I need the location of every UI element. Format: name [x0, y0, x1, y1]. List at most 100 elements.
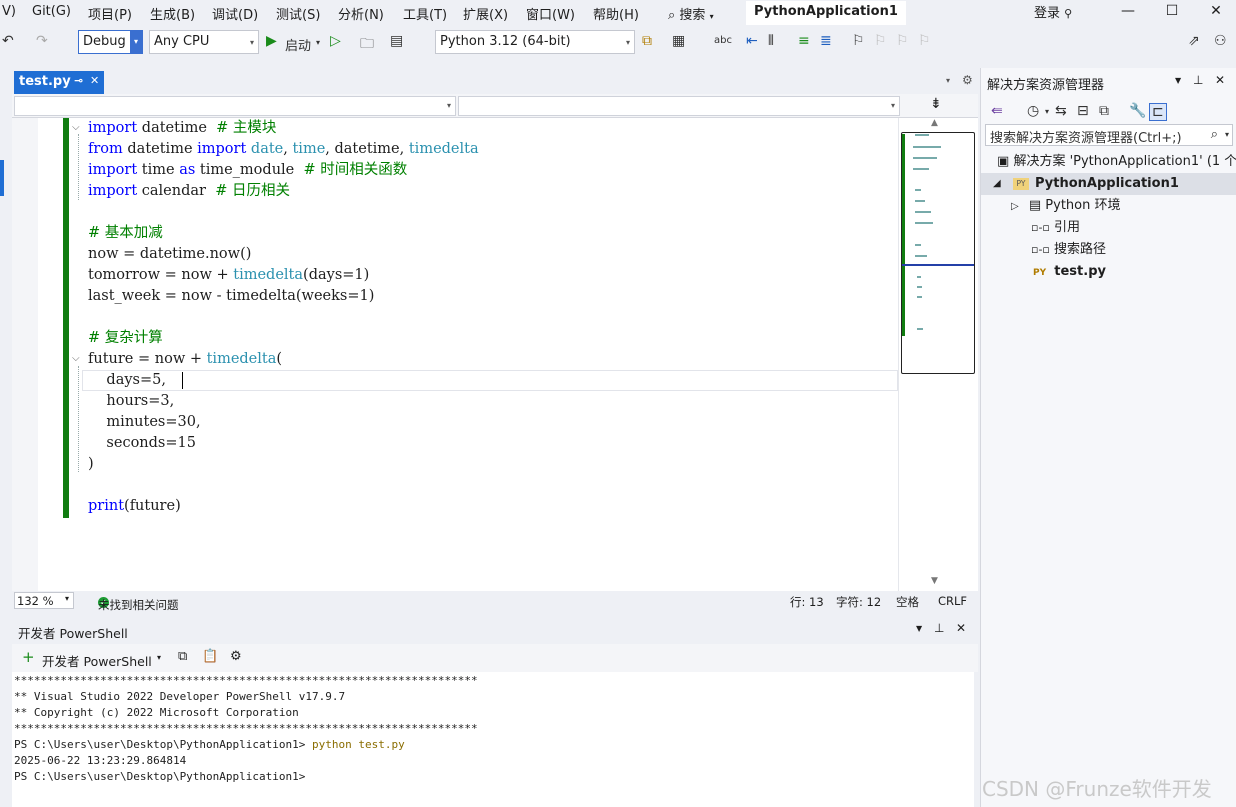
package-icon[interactable]: ⧉: [642, 33, 652, 49]
switch-view-icon[interactable]: ⇆: [1055, 103, 1067, 119]
settings-icon[interactable]: ⚙: [230, 649, 242, 664]
code-token: # 复杂计算: [88, 330, 163, 346]
copy-icon[interactable]: ⧉: [178, 649, 187, 664]
console-line: ****************************************…: [14, 674, 478, 687]
bookmark-next-icon[interactable]: ⚐: [896, 33, 909, 49]
powershell-console[interactable]: ****************************************…: [12, 672, 974, 807]
show-all-files-icon[interactable]: ⧉: [1099, 103, 1109, 119]
menu-build[interactable]: 生成(B): [150, 4, 195, 23]
close-icon[interactable]: ✕: [1215, 73, 1225, 87]
bookmark-icon[interactable]: ⚐: [852, 33, 865, 49]
start-chevron-icon[interactable]: ▾: [316, 38, 320, 47]
chevron-down-icon[interactable]: ▾: [1045, 107, 1049, 116]
menu-analyze[interactable]: 分析(N): [338, 4, 384, 23]
minimize-icon[interactable]: —: [1108, 0, 1148, 24]
indent-mode[interactable]: 空格: [896, 594, 919, 610]
chevron-down-icon[interactable]: ▼: [1175, 76, 1181, 85]
scroll-up-icon[interactable]: ▲: [931, 118, 938, 128]
console-line: ** Copyright (c) 2022 Microsoft Corporat…: [14, 706, 299, 719]
menu-test[interactable]: 测试(S): [276, 4, 320, 23]
config-dropdown[interactable]: Debug ▾: [78, 30, 143, 54]
search-button[interactable]: ⌕ 搜索 ▾: [668, 4, 714, 23]
solution-search-input[interactable]: 搜索解决方案资源管理器(Ctrl+;) ⌕ ▾: [985, 124, 1233, 146]
pin-icon[interactable]: ⊸: [74, 74, 83, 87]
tab-list-chevron-icon[interactable]: ▾: [946, 76, 950, 85]
layout-icon[interactable]: ▤: [390, 33, 403, 49]
preview-icon[interactable]: ⊏: [1149, 103, 1167, 121]
code-token: import: [88, 162, 138, 178]
python-env-dropdown[interactable]: Python 3.12 (64-bit) ▾: [435, 30, 635, 54]
step-icon[interactable]: ⇤: [746, 33, 758, 49]
line-number[interactable]: 行: 13: [790, 594, 824, 610]
member-dropdown[interactable]: ▾: [458, 96, 900, 116]
fold-toggle-icon[interactable]: ⌵: [72, 122, 80, 133]
code-token: now = datetime.now(): [88, 246, 252, 262]
uncomment-icon[interactable]: ≣: [820, 33, 832, 49]
zoom-dropdown[interactable]: 132 % ▾: [14, 592, 74, 609]
platform-dropdown[interactable]: Any CPU ▾: [149, 30, 259, 54]
close-icon[interactable]: ✕: [1196, 0, 1236, 24]
current-line-highlight: [82, 370, 898, 391]
menu-git[interactable]: Git(G): [32, 4, 71, 19]
close-icon[interactable]: ✕: [956, 621, 966, 635]
folder-icon[interactable]: 🗀: [360, 33, 374, 57]
line-ending[interactable]: CRLF: [938, 594, 967, 608]
issues-text: 未找到相关问题: [98, 598, 179, 612]
maximize-icon[interactable]: ☐: [1152, 0, 1192, 24]
menu-help[interactable]: 帮助(H): [593, 4, 639, 23]
tree-search-paths[interactable]: ▫-▫ 搜索路径: [1031, 239, 1106, 261]
pin-icon[interactable]: ⊥: [1193, 73, 1203, 87]
close-icon[interactable]: ✕: [90, 74, 99, 87]
settings-icon[interactable]: ⚙: [962, 73, 973, 87]
login-link[interactable]: 登录 ⚲: [1034, 2, 1072, 21]
chevron-down-icon[interactable]: ▾: [157, 653, 161, 662]
spellcheck-icon[interactable]: abc: [714, 35, 732, 46]
properties-icon[interactable]: 🔧: [1129, 103, 1146, 119]
start-icon[interactable]: ▶: [266, 33, 277, 49]
breakpoint-list-icon[interactable]: ⫴: [768, 33, 774, 49]
scroll-down-icon[interactable]: ▼: [931, 576, 938, 586]
chevron-down-icon: ▾: [1224, 130, 1229, 139]
feedback-icon[interactable]: ⚇: [1214, 33, 1227, 49]
share-icon[interactable]: ⇗: [1188, 33, 1200, 49]
menu-extensions[interactable]: 扩展(X): [463, 4, 508, 23]
code-token: , datetime,: [325, 141, 409, 157]
tree-file-test-py[interactable]: PY test.py: [1033, 261, 1106, 283]
code-editor[interactable]: ⌵ ⌵ import datetime # 主模块 from datetime i…: [12, 118, 898, 591]
minimap-line: [917, 286, 922, 288]
menu-window[interactable]: 窗口(W): [526, 4, 575, 23]
minimap[interactable]: ▲ ▼: [898, 118, 978, 591]
undo-icon[interactable]: ↶: [2, 33, 14, 49]
menu-view[interactable]: V): [2, 4, 16, 19]
bookmark-clear-icon[interactable]: ⚐: [918, 33, 931, 49]
tree-python-env[interactable]: ▷ ▤ Python 环境: [1011, 195, 1120, 217]
redo-icon[interactable]: ↷: [36, 33, 48, 49]
new-powershell-button[interactable]: 开发者 PowerShell: [42, 651, 152, 670]
menu-project[interactable]: 项目(P): [88, 4, 132, 23]
tree-project[interactable]: ◢ PY PythonApplication1: [981, 173, 1236, 195]
tree-references[interactable]: ▫-▫ 引用: [1031, 217, 1080, 239]
window-layout-icon[interactable]: ▦: [672, 33, 685, 49]
start-without-debug-icon[interactable]: ▷: [330, 33, 341, 49]
menu-tools[interactable]: 工具(T): [403, 4, 447, 23]
code-token: future = now +: [88, 351, 207, 367]
chevron-down-icon[interactable]: ▼: [916, 624, 922, 633]
bookmark-prev-icon[interactable]: ⚐: [874, 33, 887, 49]
pin-icon[interactable]: ⊥: [934, 621, 944, 635]
history-icon[interactable]: ◷: [1027, 103, 1039, 119]
comment-icon[interactable]: ≡: [798, 33, 810, 49]
start-button[interactable]: 启动: [285, 35, 311, 54]
tree-solution[interactable]: ▣ 解决方案 'PythonApplication1' (1 个: [997, 151, 1236, 173]
char-number[interactable]: 字符: 12: [836, 594, 881, 610]
code-token: minutes=30,: [88, 414, 201, 430]
fold-toggle-icon[interactable]: ⌵: [72, 353, 80, 364]
menu-debug[interactable]: 调试(D): [212, 4, 258, 23]
paste-icon[interactable]: 📋: [202, 649, 218, 664]
tab-test-py[interactable]: test.py ⊸ ✕: [14, 71, 104, 94]
add-icon[interactable]: +: [22, 648, 35, 666]
split-icon[interactable]: ⇟: [930, 96, 942, 112]
collapse-all-icon[interactable]: ⊟: [1077, 103, 1089, 119]
scope-dropdown[interactable]: ▾: [14, 96, 456, 116]
sync-icon[interactable]: ⇚: [991, 103, 1003, 119]
env-icon: ▤: [1028, 198, 1042, 213]
